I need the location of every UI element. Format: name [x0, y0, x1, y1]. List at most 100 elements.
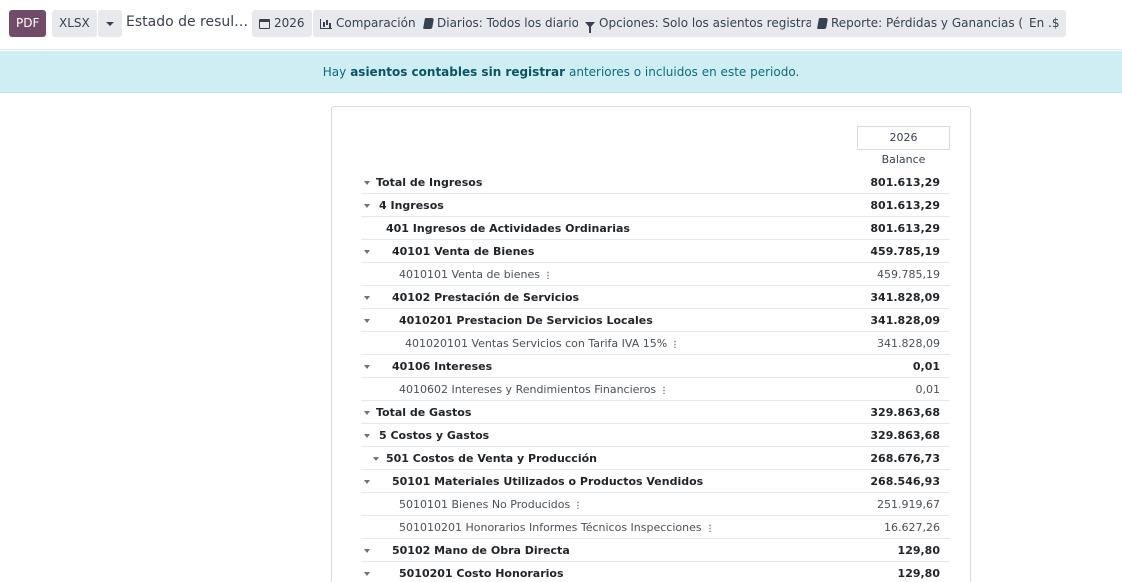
line-label: 501010201 Honorarios Informes Técnicos I… — [399, 521, 711, 534]
line-balance: 329.863,68 — [870, 405, 940, 419]
report-line[interactable]: 50102 Mano de Obra Directa 129,80 — [361, 539, 950, 562]
caret-down-icon[interactable] — [364, 296, 370, 300]
comparison-button[interactable]: Comparación — [313, 10, 423, 37]
line-balance: 459.785,19 — [870, 244, 940, 258]
date-filter-label: 2026 — [274, 16, 305, 30]
filter-icon — [585, 21, 595, 33]
line-options-icon[interactable] — [546, 270, 549, 279]
report-line[interactable]: 4010201 Prestacion De Servicios Locales 3… — [361, 309, 950, 332]
line-balance: 0,01 — [912, 359, 940, 373]
line-options-icon[interactable] — [663, 385, 666, 394]
caret-down-icon[interactable] — [364, 549, 370, 553]
line-balance: 459.785,19 — [877, 267, 940, 281]
caret-down-icon[interactable] — [364, 319, 370, 323]
line-balance: 801.613,29 — [870, 198, 940, 212]
line-balance: 801.613,29 — [870, 175, 940, 189]
report-line[interactable]: 4 Ingresos 801.613,29 — [361, 194, 950, 217]
caret-down-icon[interactable] — [364, 250, 370, 254]
line-options-icon[interactable] — [708, 523, 711, 532]
journals-filter-label: Diarios: Todos los diarios — [437, 16, 586, 30]
line-label: Total de Gastos — [376, 405, 472, 419]
xlsx-button[interactable]: XLSX — [52, 10, 97, 37]
line-balance: 251.919,67 — [877, 497, 940, 511]
report-line[interactable]: 4010101 Venta de bienes 459.785,19 — [361, 263, 950, 286]
line-balance: 341.828,09 — [870, 290, 940, 304]
line-label: 40102 Prestación de Servicios — [392, 290, 580, 304]
report-line[interactable]: 4010602 Intereses y Rendimientos Financi… — [361, 378, 950, 401]
xlsx-button-label: XLSX — [59, 16, 90, 30]
line-options-icon[interactable] — [674, 339, 677, 348]
book-icon — [423, 18, 434, 29]
column-header-balance: Balance — [881, 153, 926, 166]
report-line[interactable]: 40106 Intereses 0,01 — [361, 355, 950, 378]
bar-chart-icon — [320, 18, 332, 29]
line-label: 5010101 Bienes No Producidos — [399, 498, 580, 511]
control-panel: PDF XLSX Estado de resul… 2026 Comparaci… — [0, 0, 1122, 50]
line-balance: 129,80 — [897, 566, 940, 580]
report-line[interactable]: 40101 Venta de Bienes 459.785,19 — [361, 240, 950, 263]
line-label: 40106 Intereses — [392, 359, 493, 373]
report-variant-label: Reporte: Pérdidas y Ganancias (EC) — [831, 16, 1044, 30]
line-label: 4010201 Prestacion De Servicios Locales — [399, 313, 653, 327]
report-line[interactable]: 501 Costos de Venta y Producción 268.676,… — [361, 447, 950, 470]
line-label: 5 Costos y Gastos — [379, 428, 490, 442]
report-line[interactable]: Total de Gastos 329.863,68 — [361, 401, 950, 424]
line-options-icon[interactable] — [577, 500, 580, 509]
line-label: 4010101 Venta de bienes — [399, 268, 549, 281]
unposted-entries-alert: Hay asientos contables sin registrar ant… — [0, 51, 1122, 93]
report-line[interactable]: 401 Ingresos de Actividades Ordinarias 80… — [361, 217, 950, 240]
line-label: 4 Ingresos — [379, 198, 444, 212]
line-balance: 268.676,73 — [870, 451, 940, 465]
report-line[interactable]: Total de Ingresos 801.613,29 — [361, 171, 950, 194]
line-balance: 268.546,93 — [870, 474, 940, 488]
export-dropdown-toggle[interactable] — [98, 10, 122, 37]
report-variant-button[interactable]: Reporte: Pérdidas y Ganancias (EC) — [811, 10, 1051, 37]
currency-button[interactable]: En .$ — [1022, 10, 1067, 37]
date-filter-button[interactable]: 2026 — [252, 10, 312, 37]
journals-filter-button[interactable]: Diarios: Todos los diarios — [417, 10, 593, 37]
caret-down-icon[interactable] — [364, 411, 370, 415]
line-label: 50101 Materiales Utilizados o Productos … — [392, 474, 704, 488]
unposted-entries-link[interactable]: asientos contables sin registrar — [350, 65, 565, 79]
report-line[interactable]: 401020101 Ventas Servicios con Tarifa IV… — [361, 332, 950, 355]
caret-down-icon[interactable] — [364, 365, 370, 369]
line-label: 401020101 Ventas Servicios con Tarifa IV… — [405, 337, 677, 350]
caret-down-icon[interactable] — [364, 572, 370, 576]
report-title: Estado de resul… — [126, 14, 249, 30]
caret-down-icon[interactable] — [364, 181, 370, 185]
alert-prefix: Hay — [322, 64, 347, 79]
line-balance: 341.828,09 — [870, 313, 940, 327]
book-icon — [817, 18, 828, 29]
line-label: 5010201 Costo Honorarios — [399, 566, 564, 580]
calendar-icon — [259, 18, 270, 29]
column-header-period: 2026 — [857, 126, 950, 150]
caret-down-icon[interactable] — [373, 457, 379, 461]
report-line[interactable]: 5010201 Costo Honorarios 129,80 — [361, 562, 950, 582]
report-line[interactable]: 40102 Prestación de Servicios 341.828,09 — [361, 286, 950, 309]
comparison-label: Comparación — [336, 16, 416, 30]
line-label: 40101 Venta de Bienes — [392, 244, 535, 258]
pdf-button-label: PDF — [16, 16, 40, 30]
line-label: 4010602 Intereses y Rendimientos Financi… — [399, 383, 666, 396]
line-balance: 129,80 — [897, 543, 940, 557]
caret-down-icon — [106, 21, 114, 26]
caret-down-icon[interactable] — [364, 434, 370, 438]
caret-down-icon[interactable] — [364, 480, 370, 484]
line-label: Total de Ingresos — [376, 175, 483, 189]
line-balance: 341.828,09 — [877, 336, 940, 350]
report-line[interactable]: 5010101 Bienes No Producidos 251.919,67 — [361, 493, 950, 516]
line-label: 501 Costos de Venta y Producción — [386, 451, 597, 465]
options-filter-button[interactable]: Opciones: Solo los asientos registrados — [578, 10, 842, 37]
report-line[interactable]: 5 Costos y Gastos 329.863,68 — [361, 424, 950, 447]
line-balance: 16.627,26 — [884, 520, 940, 534]
caret-down-icon[interactable] — [364, 204, 370, 208]
pdf-button[interactable]: PDF — [9, 10, 47, 37]
line-label: 50102 Mano de Obra Directa — [392, 543, 570, 557]
currency-label: En .$ — [1029, 16, 1060, 30]
line-balance: 329.863,68 — [870, 428, 940, 442]
options-filter-label: Opciones: Solo los asientos registrados — [599, 16, 835, 30]
line-balance: 0,01 — [915, 382, 941, 396]
alert-suffix: anteriores o incluidos en este periodo. — [568, 64, 800, 79]
report-line[interactable]: 50101 Materiales Utilizados o Productos … — [361, 470, 950, 493]
report-line[interactable]: 501010201 Honorarios Informes Técnicos I… — [361, 516, 950, 539]
